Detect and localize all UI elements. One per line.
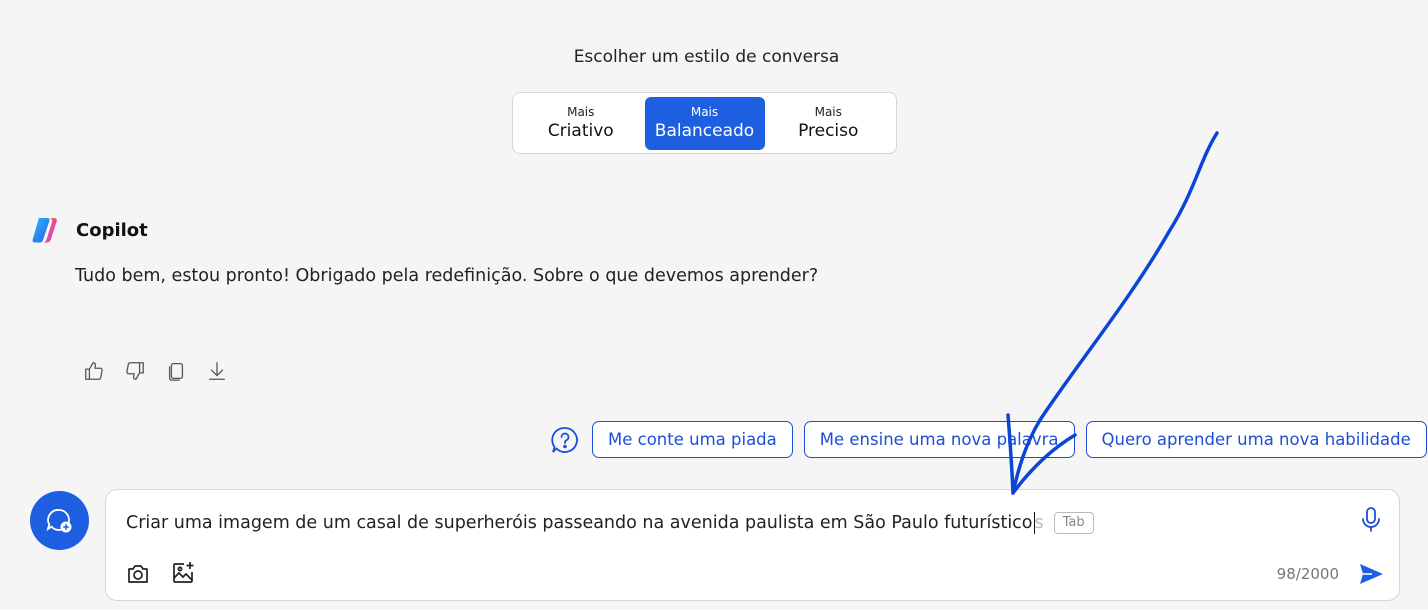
style-balanced-prefix: Mais — [690, 104, 719, 119]
composer-input-text: Criar uma imagem de um casal de superher… — [126, 513, 1033, 533]
suggestion-chip[interactable]: Me ensine uma nova palavra — [803, 421, 1075, 458]
suggestion-chip[interactable]: Me conte uma piada — [592, 421, 793, 458]
assistant-name: Copilot — [76, 219, 148, 241]
microphone-icon[interactable] — [1359, 506, 1383, 534]
conversation-style-switch: Mais Criativo Mais Balanceado Mais Preci… — [512, 92, 897, 154]
style-creative-prefix: Mais — [567, 104, 595, 119]
style-creative-label: Criativo — [547, 120, 614, 141]
suggestion-chip[interactable]: Quero aprender uma nova habilidade — [1085, 421, 1427, 458]
assistant-message: Tudo bem, estou pronto! Obrigado pela re… — [75, 266, 819, 286]
style-precise-label: Preciso — [798, 120, 859, 141]
send-icon[interactable] — [1357, 560, 1385, 588]
copilot-logo-icon — [32, 218, 57, 243]
camera-icon[interactable] — [126, 563, 150, 585]
thumbs-up-icon[interactable] — [82, 358, 106, 384]
style-precise-button[interactable]: Mais Preciso — [765, 97, 893, 150]
composer-input[interactable]: Criar uma imagem de um casal de superher… — [126, 512, 1094, 534]
new-topic-icon — [46, 508, 71, 532]
style-creative-button[interactable]: Mais Criativo — [517, 97, 645, 150]
conversation-style-title: Escolher um estilo de conversa — [573, 47, 840, 67]
style-balanced-button[interactable]: Mais Balanceado — [644, 96, 765, 150]
tab-autocomplete-hint: Tab — [1053, 512, 1094, 534]
character-counter: 98/2000 — [1276, 565, 1339, 583]
autocomplete-ghost-text: s — [1034, 513, 1044, 533]
style-precise-prefix: Mais — [814, 104, 842, 119]
new-topic-button[interactable] — [30, 491, 89, 550]
chat-composer[interactable]: Criar uma imagem de um casal de superher… — [105, 489, 1400, 601]
download-icon[interactable] — [205, 358, 229, 384]
question-bubble-icon — [551, 426, 578, 453]
style-balanced-label: Balanceado — [654, 120, 755, 141]
assistant-header: Copilot — [30, 214, 148, 246]
copy-icon[interactable] — [164, 358, 188, 384]
add-image-icon[interactable] — [171, 561, 195, 585]
suggestion-bar: Me conte uma piada Me ensine uma nova pa… — [550, 421, 1428, 458]
message-actions — [82, 358, 229, 384]
thumbs-down-icon[interactable] — [123, 358, 147, 384]
